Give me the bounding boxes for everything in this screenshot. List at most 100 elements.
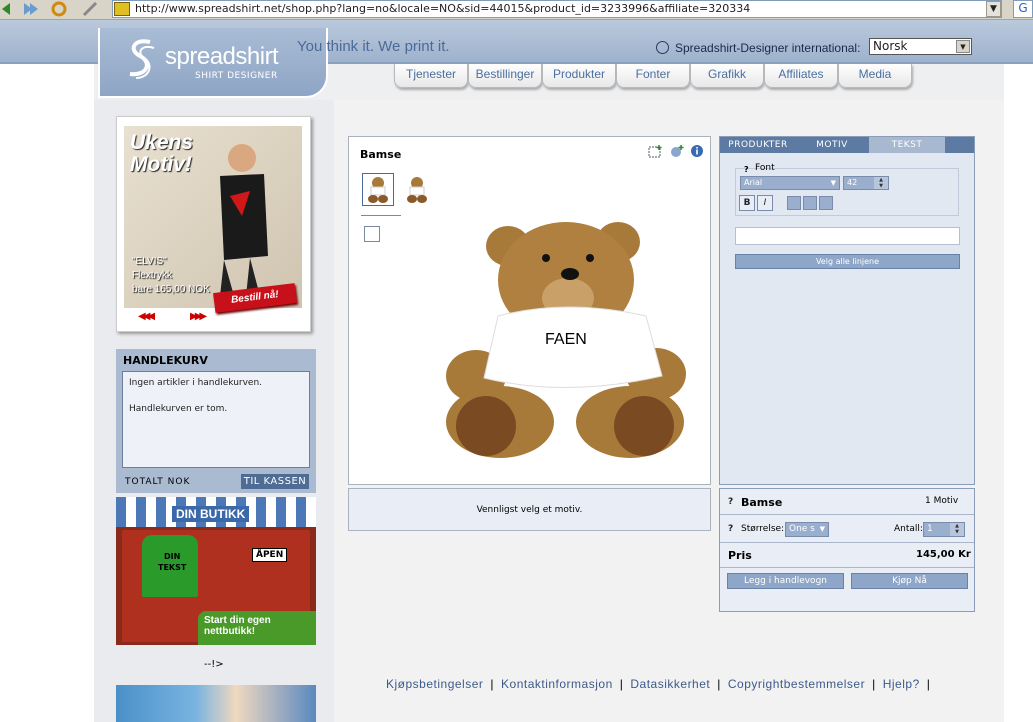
footer-link-copyright[interactable]: Copyrightbestemmelser [728, 677, 865, 691]
chevron-down-icon: ▼ [956, 40, 970, 53]
checkout-button[interactable]: TIL KASSEN [241, 474, 309, 489]
size-value: One s [789, 524, 815, 534]
promo-title-line1: Ukens [130, 131, 194, 154]
address-bar[interactable]: http://www.spreadshirt.net/shop.php?lang… [112, 0, 1002, 18]
order-divider [720, 542, 974, 543]
go-button[interactable]: G [1013, 0, 1033, 18]
footer-link-help[interactable]: Hjelp? [883, 677, 920, 691]
footer-link-terms[interactable]: Kjøpsbetingelser [386, 677, 483, 691]
shirt-print-text[interactable]: FAEN [545, 331, 587, 349]
product-thumbnail-back[interactable] [401, 173, 433, 206]
footer-separator: | [926, 677, 931, 691]
add-motif-icon[interactable] [670, 144, 685, 158]
edit-pencil-icon[interactable] [82, 1, 100, 17]
product-help-icon[interactable]: ? [728, 497, 733, 507]
promo-next-arrow-icon[interactable]: ▶▶▶ [190, 311, 207, 322]
left-marker-text: --!> [204, 659, 224, 670]
logo-subtitle: SHIRT DESIGNER [195, 71, 278, 81]
refresh-icon[interactable] [50, 1, 68, 17]
font-label: Font [755, 163, 775, 173]
thumbnail-divider [361, 215, 401, 216]
start-shop-line1: Start din egen [204, 615, 271, 626]
logo-text[interactable]: spreadshirt [165, 43, 279, 71]
chevron-down-icon: ▼ [830, 179, 836, 187]
font-size-stepper[interactable]: ▲ ▼ [874, 177, 888, 189]
globe-icon [656, 41, 669, 54]
promo-prev-arrow-icon[interactable]: ◀◀◀ [138, 311, 155, 322]
nav-tab-tjenester[interactable]: Tjenester [394, 64, 468, 88]
back-arrow-icon[interactable] [0, 1, 18, 17]
right-margin [1004, 66, 1033, 722]
forward-arrow-icon[interactable] [20, 1, 38, 17]
buy-now-button[interactable]: Kjøp Nå [851, 573, 968, 589]
footer-separator: | [490, 677, 495, 691]
select-all-lines-button[interactable]: Velg alle linjene [735, 254, 960, 269]
size-help-icon[interactable]: ? [728, 524, 733, 534]
nav-tab-fonter[interactable]: Fonter [616, 64, 690, 88]
nav-tab-produkter[interactable]: Produkter [542, 64, 616, 88]
footer-link-privacy[interactable]: Datasikkerhet [630, 677, 710, 691]
nav-tab-grafikk[interactable]: Grafikk [690, 64, 764, 88]
cart-content: Ingen artikler i handlekurven. Handlekur… [122, 371, 310, 468]
motif-message: Vennligst velg et motiv. [348, 488, 711, 531]
tagline: You think it. We print it. [297, 38, 450, 55]
price-value: 145,00 Kr [916, 549, 971, 560]
nav-tab-bestillinger[interactable]: Bestillinger [468, 64, 542, 88]
start-shop-line2: nettbutikk! [204, 626, 256, 637]
international-label: Spreadshirt-Designer international: [675, 41, 861, 55]
bottom-banner-image[interactable] [116, 685, 316, 722]
font-help-icon[interactable]: ? [744, 165, 749, 174]
cart-empty-msg: Ingen artikler i handlekurven. [129, 378, 263, 388]
shop-shirt-text: DIN TEKST [158, 551, 186, 573]
address-dropdown-button[interactable]: ▼ [986, 1, 1001, 17]
tab-tekst[interactable]: TEKST [869, 137, 945, 153]
promo-line1: "ELVIS" [132, 256, 167, 267]
start-shop-button[interactable]: Start din egen nettbutikk! [198, 611, 316, 645]
bold-button[interactable]: B [739, 195, 755, 211]
chevron-down-icon: ▼ [819, 525, 825, 533]
product-name: Bamse [360, 148, 402, 161]
shop-shirt-text-line2: TEKST [158, 563, 187, 572]
quantity-label: Antall: [894, 524, 923, 534]
price-label: Pris [728, 549, 752, 562]
view-checkbox[interactable] [364, 226, 380, 242]
footer-separator: | [619, 677, 624, 691]
promo-text: "ELVIS" Flextrykk bare 165,00 NOK [132, 255, 210, 297]
footer-links: Kjøpsbetingelser | Kontaktinformasjon | Data… [386, 677, 937, 691]
align-center-icon[interactable] [803, 196, 817, 210]
text-input[interactable] [735, 227, 960, 245]
size-select[interactable]: One s ▼ [785, 522, 829, 537]
cart-total: TOTALT NOK [125, 477, 191, 487]
tab-motiv[interactable]: MOTIV [797, 137, 867, 153]
shop-banner-title: DIN BUTIKK [172, 506, 250, 522]
size-label: Størrelse: [741, 524, 785, 534]
align-right-icon[interactable] [819, 196, 833, 210]
language-select[interactable]: Norsk ▼ [869, 38, 972, 55]
italic-button[interactable]: I [757, 195, 773, 211]
add-frame-icon[interactable] [648, 144, 663, 158]
add-to-cart-button[interactable]: Legg i handlevogn [727, 573, 844, 589]
promo-title: Ukens Motiv! [130, 132, 193, 176]
order-divider [720, 514, 974, 515]
align-left-icon[interactable] [787, 196, 801, 210]
tab-produkter[interactable]: PRODUKTER [721, 137, 795, 153]
font-value: Arial [744, 178, 763, 187]
footer-separator: | [717, 677, 721, 691]
info-icon[interactable] [690, 144, 705, 158]
open-sign: ÅPEN [252, 548, 288, 562]
shop-shirt-text-line1: DIN [164, 552, 181, 561]
cart-title: HANDLEKURV [123, 354, 208, 367]
product-thumbnail-front[interactable] [362, 173, 394, 206]
footer-separator: | [872, 677, 876, 691]
font-select[interactable]: Arial ▼ [740, 176, 840, 190]
footer-link-contact[interactable]: Kontaktinformasjon [501, 677, 613, 691]
nav-tab-media[interactable]: Media [838, 64, 912, 88]
quantity-stepper[interactable]: ▲ ▼ [950, 523, 964, 536]
promo-line3: bare 165,00 NOK [132, 284, 210, 295]
nav-tab-affiliates[interactable]: Affiliates [764, 64, 838, 88]
cart-empty-status: Handlekurven er tom. [129, 404, 228, 414]
motif-count: 1 Motiv [925, 496, 959, 506]
spreadshirt-logo-icon[interactable] [122, 36, 160, 82]
order-divider [720, 567, 974, 568]
promo-title-line2: Motiv! [130, 153, 192, 176]
